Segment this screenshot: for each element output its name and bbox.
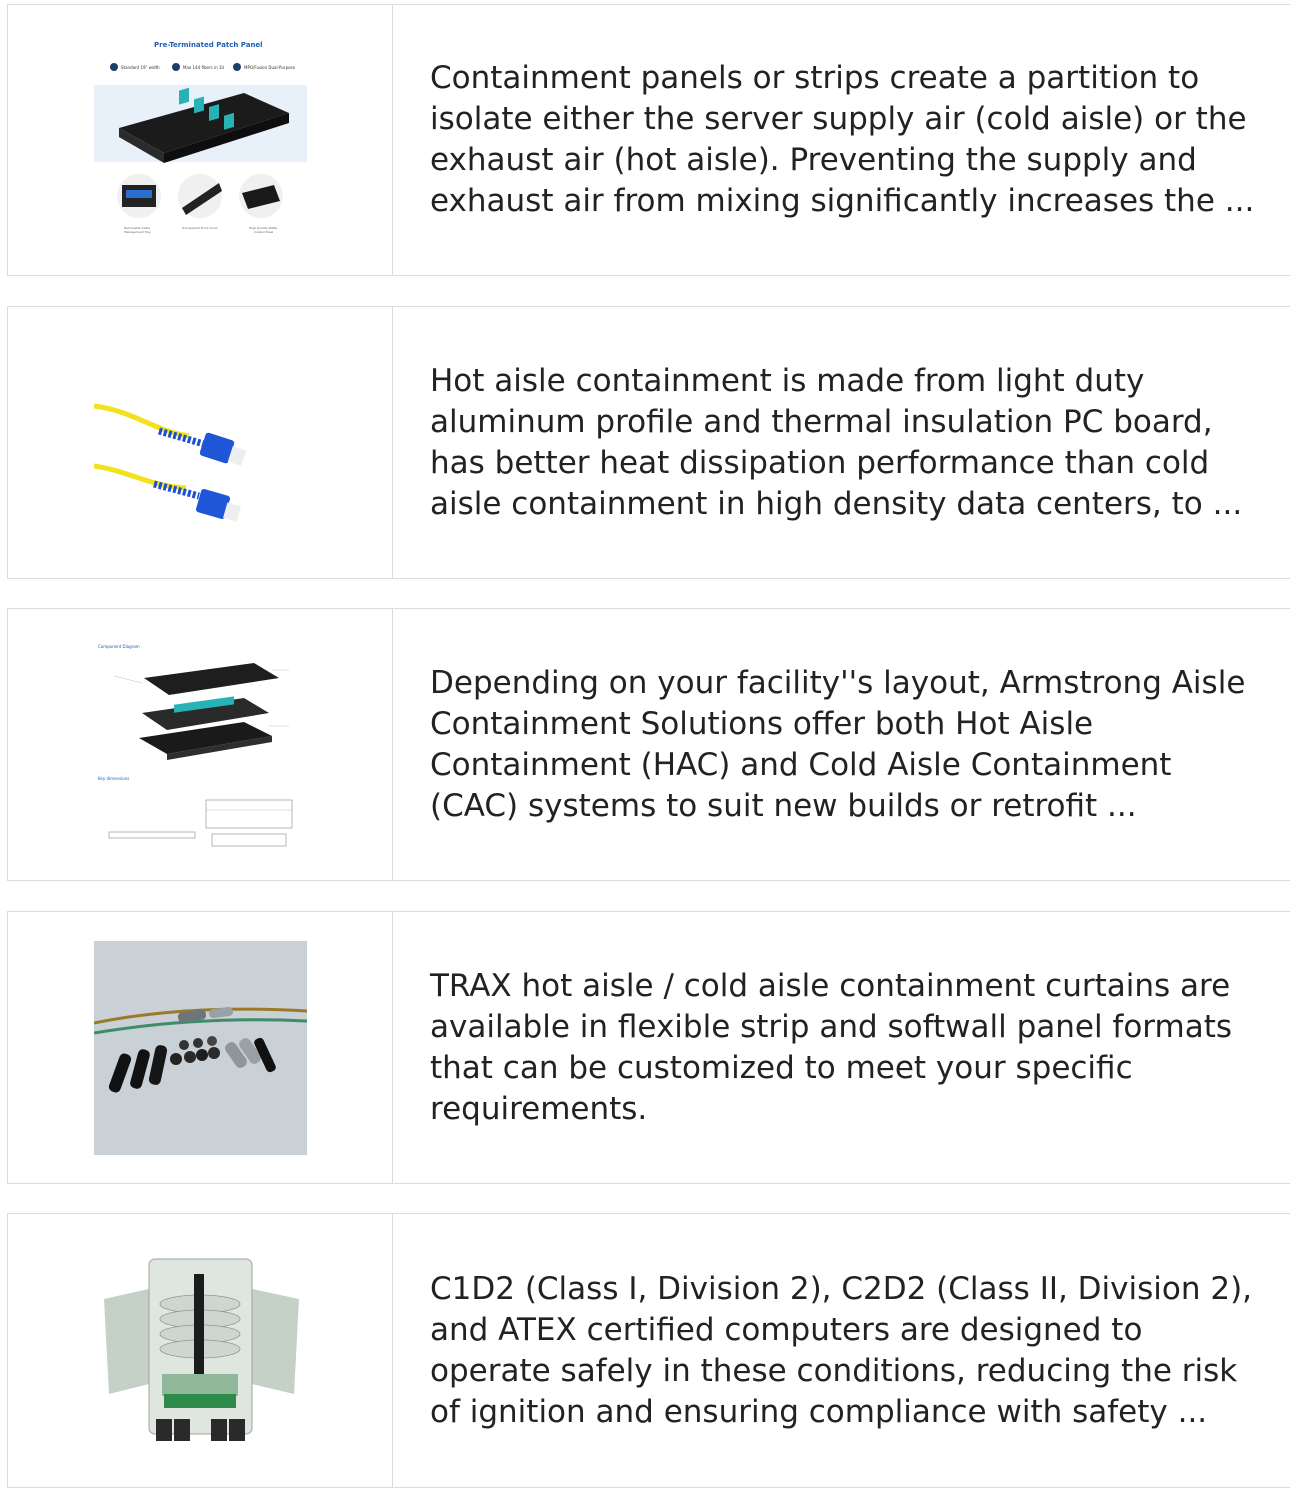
result-description[interactable]: Hot aisle containment is made from light… xyxy=(430,361,1266,525)
svg-text:Management Tray: Management Tray xyxy=(124,230,151,234)
thumbnail-cell xyxy=(8,912,393,1183)
result-card[interactable]: C1D2 (Class I, Division 2), C2D2 (Class … xyxy=(7,1213,1290,1488)
image-title: Component Diagram xyxy=(98,644,140,649)
result-card[interactable]: Component Diagram Key dimensions Dependi… xyxy=(7,608,1290,881)
svg-text:Transparent Front Cover: Transparent Front Cover xyxy=(181,226,219,230)
image-feature-2: Max 144 fibers in 1U xyxy=(183,65,224,70)
svg-text:Coated Steel: Coated Steel xyxy=(254,230,273,234)
image-feature-1: Standard 19" width xyxy=(121,65,160,70)
thumbnail-cell xyxy=(8,1214,393,1487)
description-cell: C1D2 (Class I, Division 2), C2D2 (Class … xyxy=(393,1214,1290,1487)
image-subtitle: Key dimensions xyxy=(98,776,129,781)
image-title: Pre-Terminated Patch Panel xyxy=(154,41,263,49)
description-cell: Hot aisle containment is made from light… xyxy=(393,307,1290,578)
result-description[interactable]: Depending on your facility''s layout, Ar… xyxy=(430,663,1266,827)
result-card[interactable]: Pre-Terminated Patch Panel Standard 19" … xyxy=(7,4,1290,276)
cable-grommets-image[interactable] xyxy=(93,940,307,1155)
fiber-distribution-box-image[interactable] xyxy=(93,1243,307,1458)
result-description[interactable]: C1D2 (Class I, Division 2), C2D2 (Class … xyxy=(430,1269,1266,1433)
result-description[interactable]: TRAX hot aisle / cold aisle containment … xyxy=(430,966,1266,1130)
thumbnail-cell: Component Diagram Key dimensions xyxy=(8,609,393,880)
image-feature-3: MPO/Fusion Dual-Purpose xyxy=(244,65,296,70)
description-cell: TRAX hot aisle / cold aisle containment … xyxy=(393,912,1290,1183)
thumbnail-cell: Pre-Terminated Patch Panel Standard 19" … xyxy=(8,5,393,275)
result-card[interactable]: Hot aisle containment is made from light… xyxy=(7,306,1290,579)
description-cell: Containment panels or strips create a pa… xyxy=(393,5,1290,275)
description-cell: Depending on your facility''s layout, Ar… xyxy=(393,609,1290,880)
sc-fiber-patch-cord-image[interactable] xyxy=(93,335,307,550)
thumbnail-cell xyxy=(8,307,393,578)
patch-panel-component-diagram-image[interactable]: Component Diagram Key dimensions xyxy=(93,637,307,852)
pre-terminated-patch-panel-image[interactable]: Pre-Terminated Patch Panel Standard 19" … xyxy=(93,33,307,247)
result-card[interactable]: TRAX hot aisle / cold aisle containment … xyxy=(7,911,1290,1184)
result-description[interactable]: Containment panels or strips create a pa… xyxy=(430,58,1266,222)
